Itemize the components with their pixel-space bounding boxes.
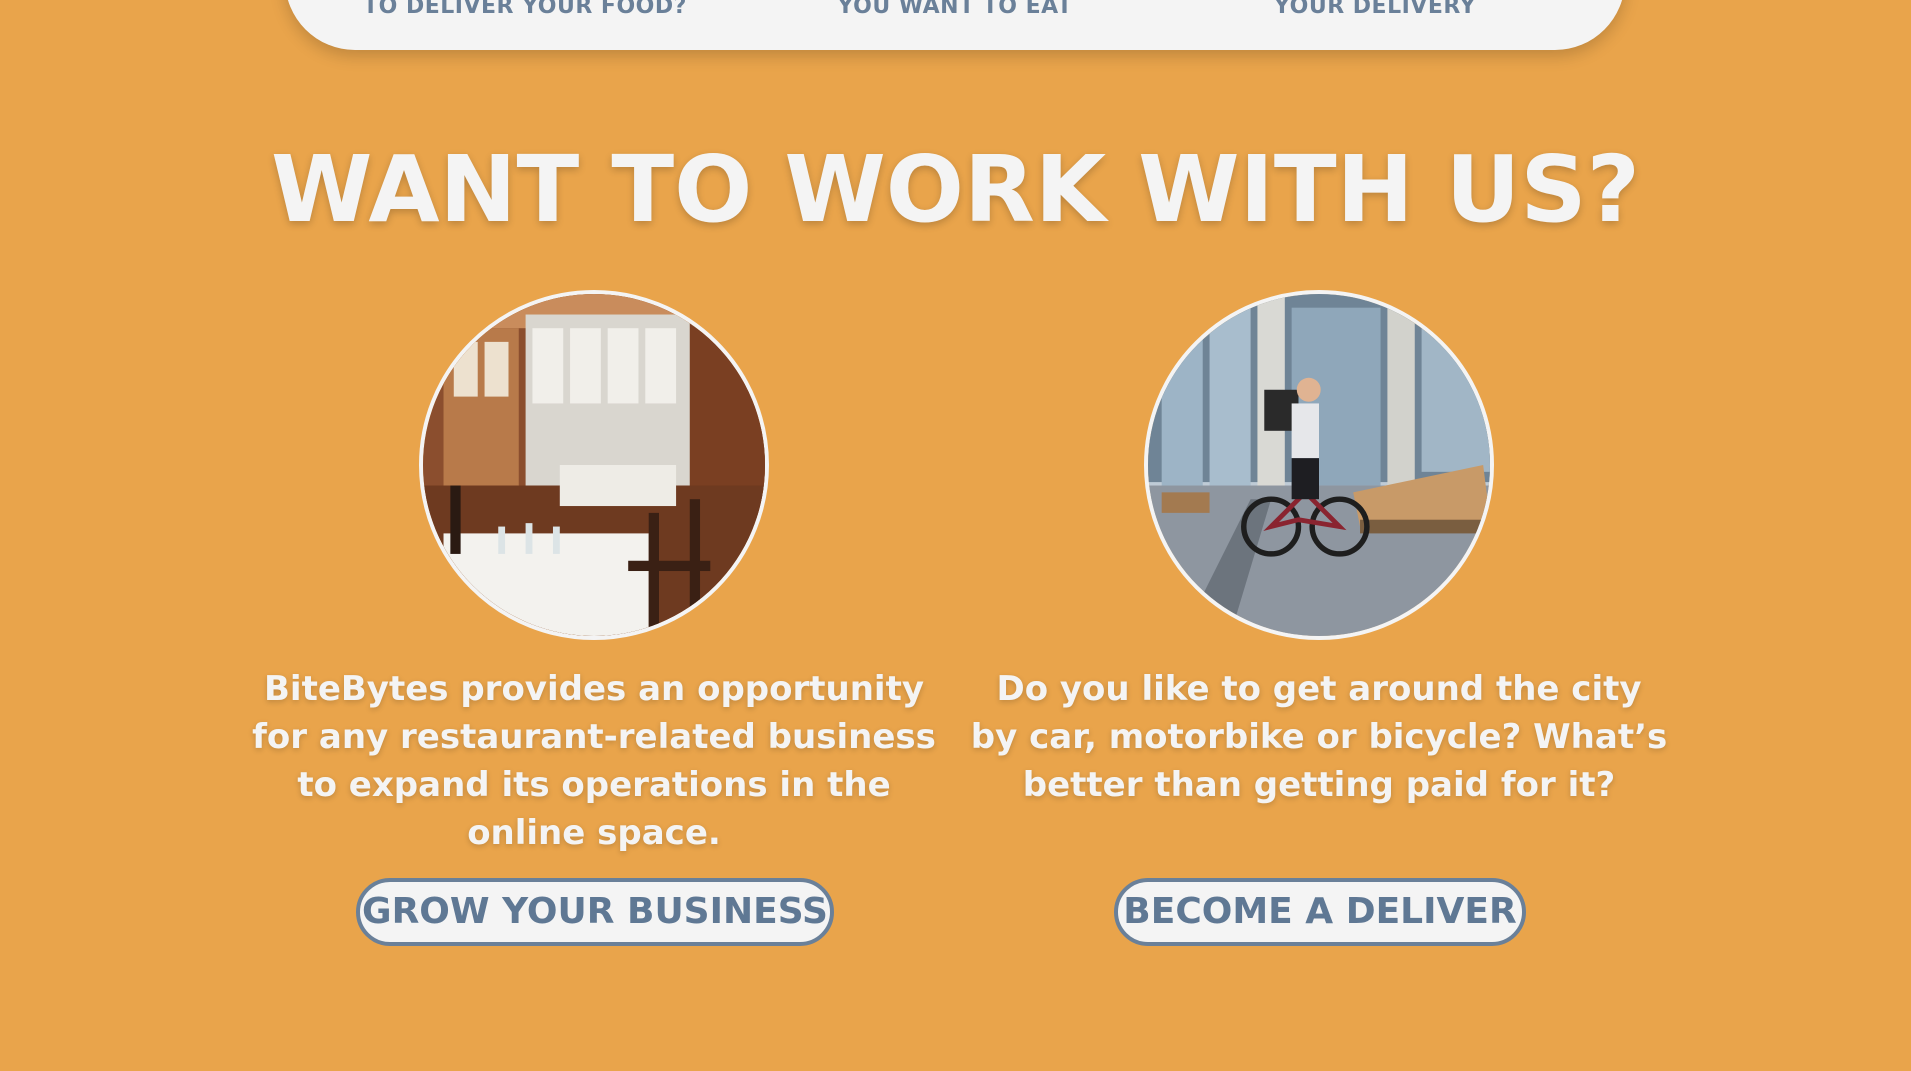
become-a-deliver-button[interactable]: BECOME A DELIVER [1114,878,1526,946]
step-label-3: YOUR DELIVERY [1273,0,1477,19]
section-title: WANT TO WORK WITH US? [271,136,1640,243]
courier-description: Do you like to get around the city by ca… [970,669,1668,805]
bicycle-courier-image [1144,290,1494,640]
step-label-1: TO DELIVER YOUR FOOD? [363,0,687,19]
step-label-2: YOU WANT TO EAT [837,0,1073,19]
restaurant-description: BiteBytes provides an opportunity for an… [252,669,936,853]
restaurant-interior-image [419,290,769,640]
grow-your-business-button[interactable]: GROW YOUR BUSINESS [356,878,834,946]
steps-panel: TO DELIVER YOUR FOOD? YOU WANT TO EAT YO… [285,0,1625,50]
